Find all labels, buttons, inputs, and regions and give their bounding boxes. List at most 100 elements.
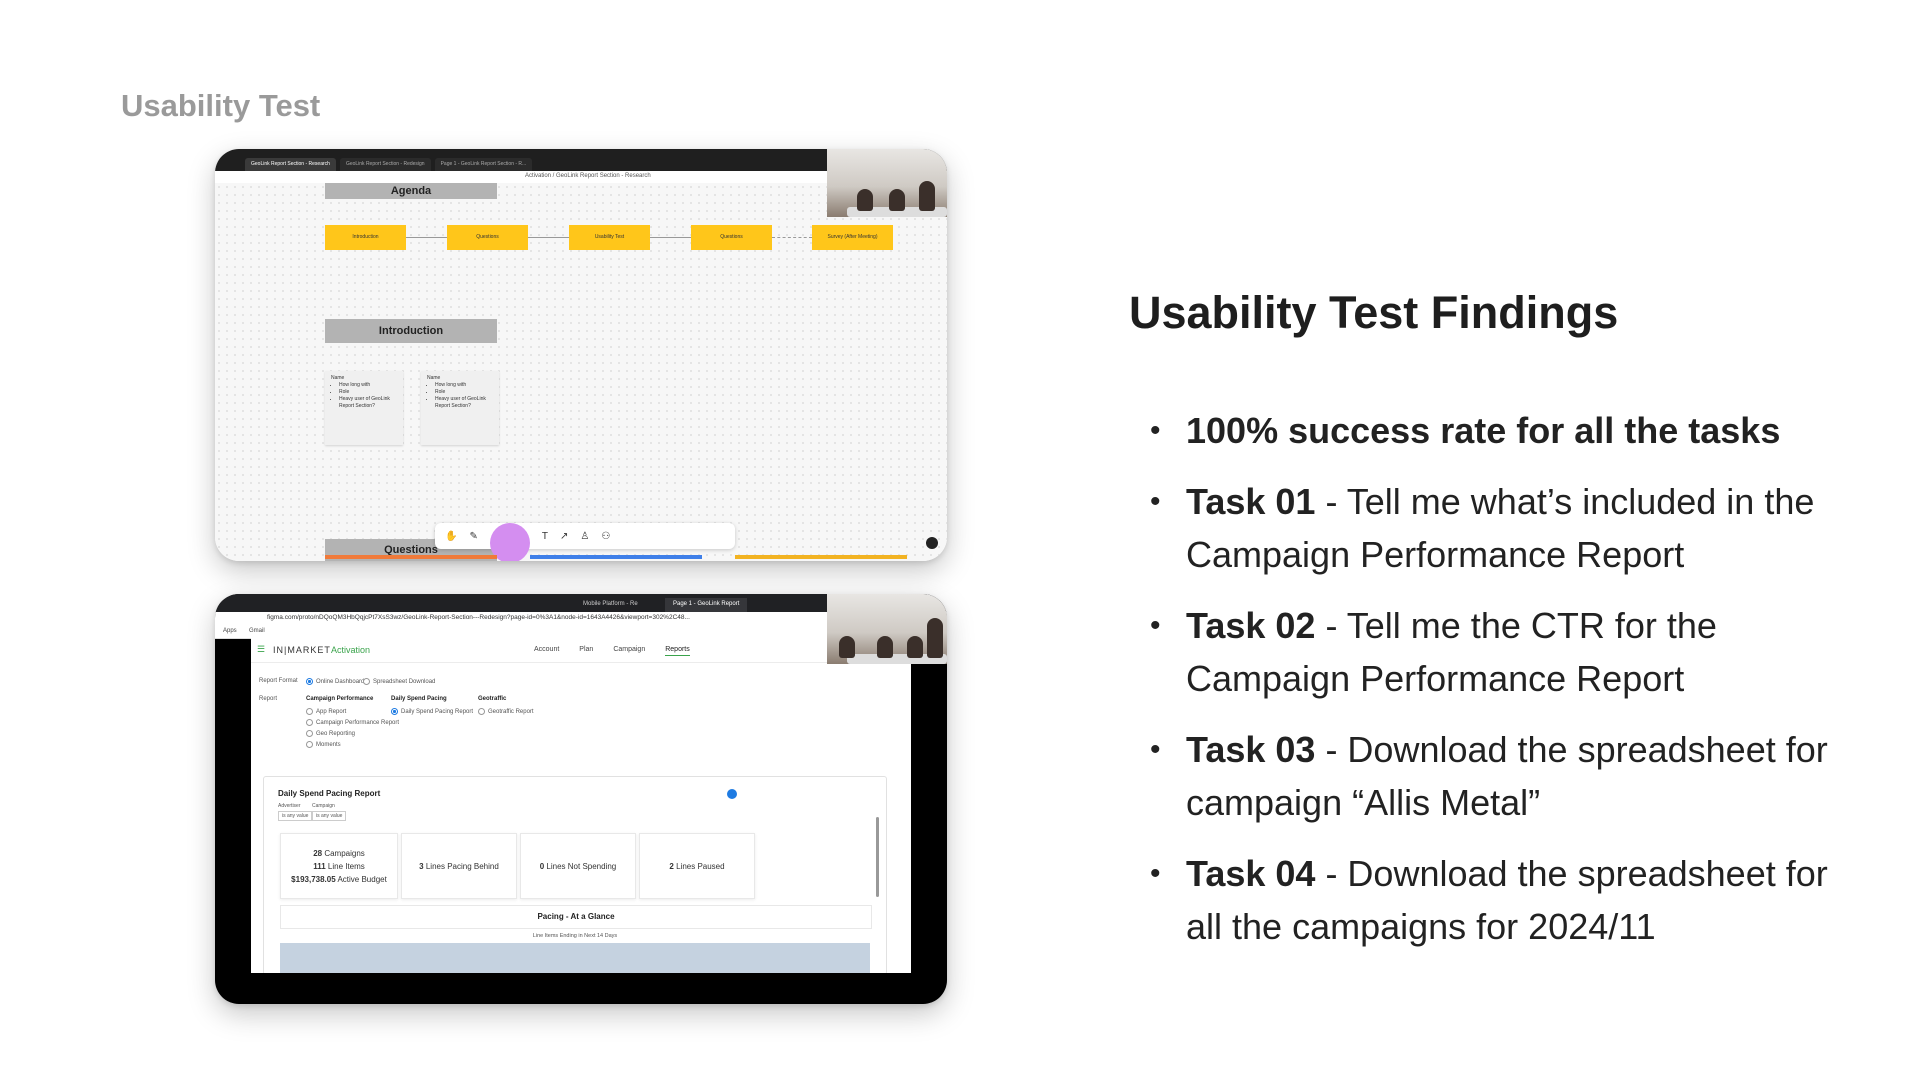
sticky-note[interactable]: Name How long with Role Heavy user of Ge… [421, 371, 499, 445]
note-title: Name [331, 375, 345, 381]
findings-heading: Usability Test Findings [1129, 287, 1619, 338]
connector-icon[interactable]: ↗ [560, 531, 568, 542]
figma-tab[interactable]: Page 1 - GeoLink Report Section - R... [434, 158, 533, 171]
note-item: How long with [435, 382, 493, 389]
nav-reports[interactable]: Reports [665, 646, 690, 656]
stat-number: $193,738.05 [291, 874, 336, 884]
report-option[interactable]: Campaign Performance Report [306, 719, 399, 726]
report-option[interactable]: Geotraffic Report [478, 708, 534, 715]
figma-bottom-toolbar: ✋ ✎ T ↗ ♙ ⚇ [435, 523, 735, 561]
browser-tab[interactable]: Page 1 - GeoLink Report [665, 598, 748, 612]
filter-select[interactable]: is any value [278, 811, 313, 821]
person-icon [877, 636, 893, 658]
figma-tab[interactable]: GeoLink Report Section - Redesign [339, 158, 431, 171]
report-option[interactable]: Geo Reporting [306, 730, 355, 737]
card-title: Daily Spend Pacing Report [278, 789, 381, 798]
text-tool-icon[interactable]: T [542, 531, 548, 542]
stat-number: 0 [539, 861, 545, 871]
webcam-video [827, 594, 947, 664]
radio-icon [363, 678, 370, 685]
flow-arrow [650, 237, 691, 238]
radio-icon [391, 708, 398, 715]
filter-label: Campaign [312, 803, 335, 809]
section-stripe [325, 555, 497, 559]
table-header [280, 943, 870, 973]
group-title: Daily Spend Pacing [391, 696, 447, 702]
stat-summary: 28 Campaigns 111 Line Items $193,738.05 … [280, 833, 398, 899]
format-option[interactable]: Spreadsheet Download [363, 678, 435, 685]
note-item: Role [435, 389, 493, 396]
flow-step: Introduction [325, 225, 406, 250]
stat-number: 111 [313, 861, 326, 871]
person-icon [857, 189, 873, 211]
stamp-icon[interactable]: ♙ [580, 531, 589, 542]
bookmark-gmail[interactable]: Gmail [249, 628, 265, 634]
finding-bold: Task 02 [1186, 605, 1316, 646]
format-option-label: Online Dashboard [316, 679, 365, 686]
stat-number: 28 [313, 848, 323, 858]
hand-tool-icon[interactable]: ✋ [445, 531, 457, 542]
report-option-label: Geotraffic Report [488, 709, 534, 716]
radio-icon [306, 741, 313, 748]
report-option[interactable]: App Report [306, 708, 346, 715]
radio-icon [306, 730, 313, 737]
note-item: Heavy user of GeoLink Report Section? [435, 396, 493, 410]
nav-plan[interactable]: Plan [579, 646, 593, 656]
stat-label: Lines Paused [676, 861, 725, 871]
top-nav: Account Plan Campaign Reports [534, 646, 690, 656]
note-item: How long with [339, 382, 397, 389]
flow-arrow [406, 237, 447, 238]
ending-caption: Line Items Ending in Next 14 Days [532, 933, 618, 939]
person-icon [889, 189, 905, 211]
format-option-label: Spreadsheet Download [373, 679, 436, 686]
section-stripe [530, 555, 702, 559]
flow-step: Questions [691, 225, 772, 250]
figma-board-screenshot: GeoLink Report Section - Research GeoLin… [215, 149, 947, 561]
finding-bold: Task 03 [1186, 729, 1316, 770]
menu-icon[interactable]: ☰ [257, 644, 265, 655]
report-label: Report [259, 696, 278, 702]
person-icon [839, 636, 855, 658]
widgets-icon[interactable]: ⚇ [601, 531, 610, 542]
format-option[interactable]: Online Dashboard [306, 678, 364, 685]
webcam-video [827, 149, 947, 217]
flow-arrow [528, 237, 569, 238]
stat-label: Lines Pacing Behind [425, 861, 499, 871]
figma-breadcrumb: Activation / GeoLink Report Section - Re… [525, 173, 651, 179]
figma-tabs: GeoLink Report Section - Research GeoLin… [215, 158, 765, 171]
report-option[interactable]: Daily Spend Pacing Report [391, 708, 473, 715]
section-stripe [735, 555, 907, 559]
report-option-label: Geo Reporting [316, 731, 356, 738]
figma-canvas[interactable]: Agenda Introduction Questions Usability … [215, 183, 947, 561]
help-icon[interactable] [926, 537, 938, 549]
flow-arrow [772, 237, 812, 239]
report-option-label: Moments [316, 742, 341, 749]
report-card: Daily Spend Pacing Report Advertiser Cam… [263, 776, 887, 973]
scrollbar[interactable] [876, 817, 879, 897]
finding-item: Task 02 - Tell me the CTR for the Campai… [1150, 599, 1866, 705]
figma-tab[interactable]: GeoLink Report Section - Research [245, 158, 336, 171]
flow-step: Usability Test [569, 225, 650, 250]
nav-campaign[interactable]: Campaign [613, 646, 645, 656]
finding-bold: Task 04 [1186, 853, 1316, 894]
person-icon [907, 636, 923, 658]
note-title: Name [427, 375, 441, 381]
sticky-note[interactable]: Name How long with Role Heavy user of Ge… [325, 371, 403, 445]
browser-tab[interactable]: Mobile Platform - Re [575, 598, 646, 612]
slide-label: Usability Test [121, 88, 321, 123]
nav-account[interactable]: Account [534, 646, 559, 656]
person-icon [919, 181, 935, 211]
flow-step: Questions [447, 225, 528, 250]
pencil-icon[interactable]: ✎ [469, 531, 477, 542]
flow-step: Survey (After Meeting) [812, 225, 893, 250]
bookmark-apps[interactable]: Apps [223, 628, 237, 634]
toggle-icon[interactable] [727, 789, 737, 799]
filter-label: Advertiser [278, 803, 301, 809]
filter-select[interactable]: is any value [312, 811, 347, 821]
group-title: Geotraffic [478, 696, 507, 702]
stat-label: Active Budget [337, 874, 387, 884]
note-item: Role [339, 389, 397, 396]
agenda-heading: Agenda [325, 183, 497, 199]
report-option[interactable]: Moments [306, 741, 341, 748]
app-header: ☰ IN|MARKET Activation Account Plan Camp… [251, 638, 911, 663]
